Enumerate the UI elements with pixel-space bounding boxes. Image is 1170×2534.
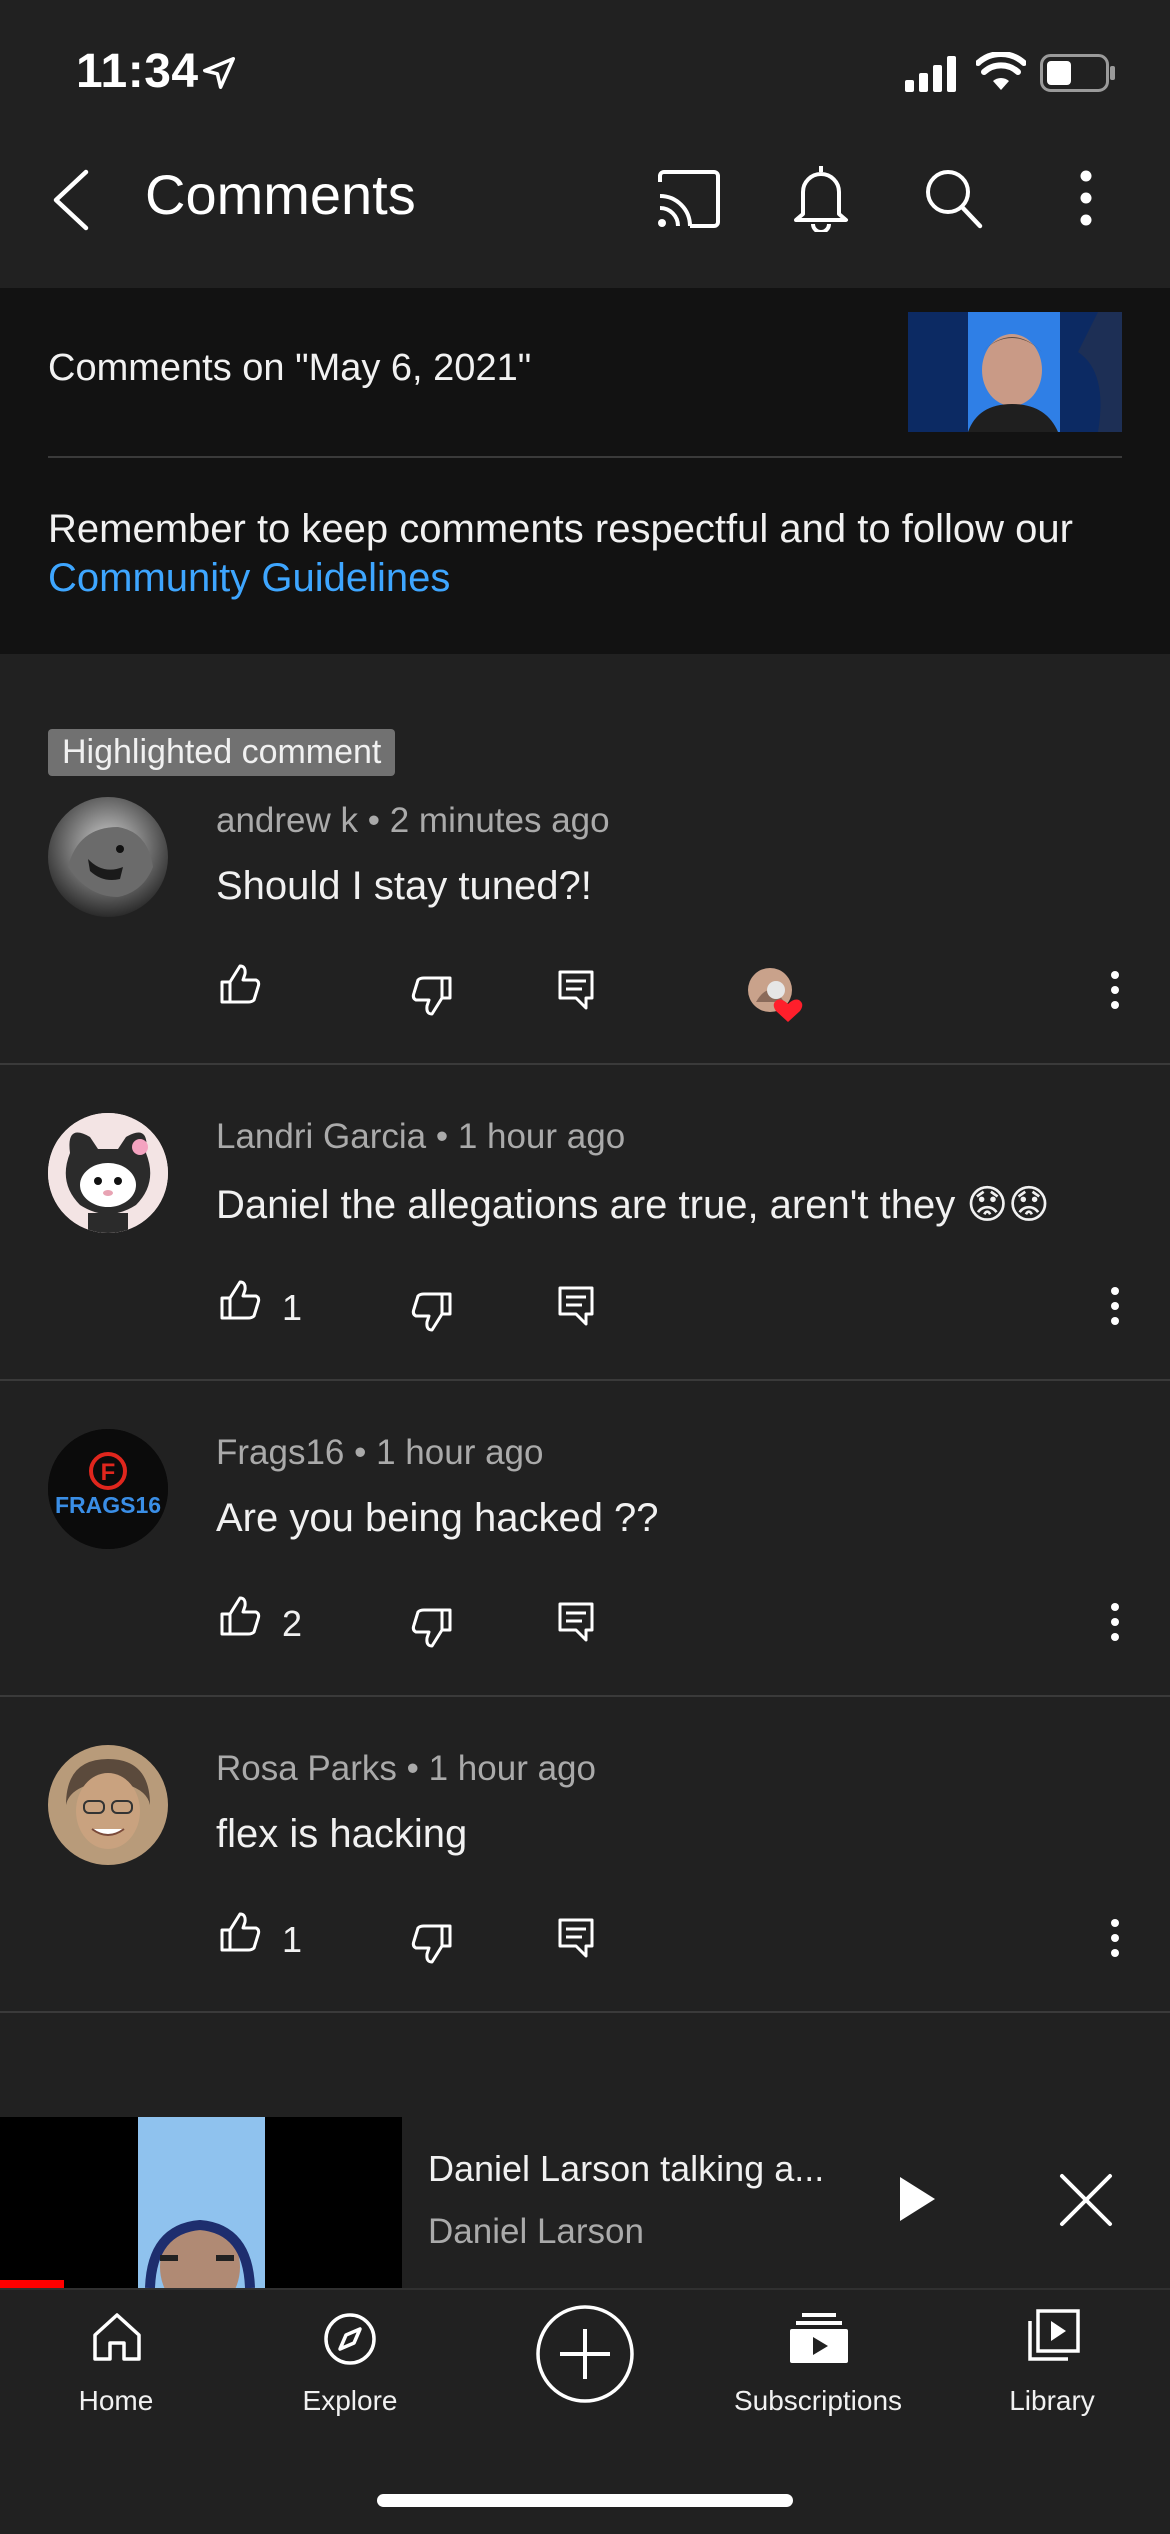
cast-icon[interactable] xyxy=(656,168,722,230)
create-button[interactable] xyxy=(534,2303,636,2405)
back-icon[interactable] xyxy=(48,168,94,232)
comment-divider xyxy=(0,1695,1170,1697)
reply-icon[interactable] xyxy=(556,1600,596,1644)
avatar[interactable] xyxy=(48,1745,168,1865)
creator-heart-icon xyxy=(746,966,803,1022)
create-plus-icon xyxy=(536,2305,634,2403)
nav-subscriptions-label: Subscriptions xyxy=(733,2385,903,2416)
nav-library[interactable]: Library xyxy=(992,2303,1112,2433)
like-icon[interactable] xyxy=(218,1278,262,1322)
comment-more-icon[interactable] xyxy=(1108,1918,1122,1958)
comment-time: 2 minutes ago xyxy=(389,801,610,840)
like-icon[interactable] xyxy=(218,962,262,1006)
status-time: 11:34 xyxy=(76,45,199,98)
dislike-icon[interactable] xyxy=(410,974,454,1018)
like-icon[interactable] xyxy=(218,1594,262,1638)
like-count: 1 xyxy=(282,1287,303,1328)
more-vert-icon[interactable] xyxy=(1076,170,1096,226)
comment-author[interactable]: Landri Garcia xyxy=(216,1117,426,1156)
nav-home[interactable]: Home xyxy=(56,2303,176,2433)
mini-player-progress xyxy=(0,2280,65,2288)
mini-player-channel: Daniel Larson xyxy=(428,2212,644,2251)
signal-icon xyxy=(905,56,956,92)
mini-player-title: Daniel Larson talking a... xyxy=(428,2148,825,2189)
library-icon xyxy=(1028,2309,1080,2361)
guidelines-notice: Remember to keep comments respectful and… xyxy=(48,505,1128,603)
dislike-icon[interactable] xyxy=(410,1606,454,1650)
reply-icon[interactable] xyxy=(556,1284,596,1328)
location-arrow-icon xyxy=(203,57,235,89)
comment-author[interactable]: Frags16 xyxy=(216,1433,344,1472)
comment-more-icon[interactable] xyxy=(1108,1602,1122,1642)
reply-icon[interactable] xyxy=(556,968,596,1012)
reply-icon[interactable] xyxy=(556,1916,596,1960)
like-count: 2 xyxy=(282,1603,303,1644)
comment-more-icon[interactable] xyxy=(1108,970,1122,1010)
battery-icon xyxy=(1040,54,1115,92)
video-thumbnail[interactable] xyxy=(908,312,1122,432)
comment-meta: Frags16 • 1 hour ago xyxy=(216,1433,544,1472)
nav-library-label: Library xyxy=(1009,2385,1095,2416)
comment-divider xyxy=(0,2011,1170,2013)
comment-meta: Rosa Parks • 1 hour ago xyxy=(216,1749,596,1788)
play-icon[interactable] xyxy=(896,2174,938,2224)
dislike-icon[interactable] xyxy=(410,1922,454,1966)
comments-on-label: Comments on "May 6, 2021" xyxy=(48,347,532,389)
avatar[interactable] xyxy=(48,797,168,917)
comment-text-line: Daniel the allegations are true, aren't … xyxy=(216,1182,1050,1228)
comment-author[interactable]: andrew k xyxy=(216,801,358,840)
search-icon[interactable] xyxy=(924,168,984,230)
comment-meta: Landri Garcia • 1 hour ago xyxy=(216,1117,626,1156)
frags16-logo-text: FRAGS16 xyxy=(55,1492,161,1518)
avatar[interactable]: F FRAGS16 xyxy=(48,1429,168,1549)
comment-author[interactable]: Rosa Parks xyxy=(216,1749,397,1788)
comment-more-icon[interactable] xyxy=(1108,1286,1122,1326)
compass-icon xyxy=(324,2313,376,2365)
like-icon[interactable] xyxy=(218,1910,262,1954)
nav-explore-label: Explore xyxy=(302,2385,398,2416)
nav-explore[interactable]: Explore xyxy=(290,2303,410,2433)
subscriptions-icon xyxy=(790,2313,848,2363)
comment-text: Should I stay tuned?! xyxy=(216,864,592,908)
wifi-icon xyxy=(976,52,1026,90)
comment-time: 1 hour ago xyxy=(457,1117,626,1156)
comment-time: 1 hour ago xyxy=(428,1749,596,1788)
close-icon[interactable] xyxy=(1058,2172,1114,2228)
comment-text: flex is hacking xyxy=(216,1812,468,1856)
comment-divider xyxy=(0,1379,1170,1381)
like-count: 1 xyxy=(282,1919,303,1960)
notifications-bell-icon[interactable] xyxy=(792,162,850,232)
page-title: Comments xyxy=(145,163,416,226)
nav-subscriptions[interactable]: Subscriptions xyxy=(728,2303,908,2433)
comment-meta: andrew k • 2 minutes ago xyxy=(216,801,610,840)
nav-home-label: Home xyxy=(78,2385,154,2416)
home-icon xyxy=(93,2313,141,2361)
worried-emoji-icon: 😟😟 xyxy=(966,1183,1050,1227)
home-indicator xyxy=(377,2494,793,2507)
info-divider xyxy=(48,456,1122,458)
guidelines-text: Remember to keep comments respectful and… xyxy=(48,507,1073,551)
svg-text:F: F xyxy=(101,1459,116,1486)
mini-player-video[interactable] xyxy=(0,2117,402,2288)
dislike-icon[interactable] xyxy=(410,1290,454,1334)
comment-divider xyxy=(0,1063,1170,1065)
avatar[interactable] xyxy=(48,1113,168,1233)
comment-text: Are you being hacked ?? xyxy=(216,1496,659,1540)
community-guidelines-link[interactable]: Community Guidelines xyxy=(48,556,450,600)
comment-text: Daniel the allegations are true, aren't … xyxy=(216,1183,956,1227)
highlighted-comment-badge: Highlighted comment xyxy=(48,729,396,776)
comment-time: 1 hour ago xyxy=(376,1433,544,1472)
